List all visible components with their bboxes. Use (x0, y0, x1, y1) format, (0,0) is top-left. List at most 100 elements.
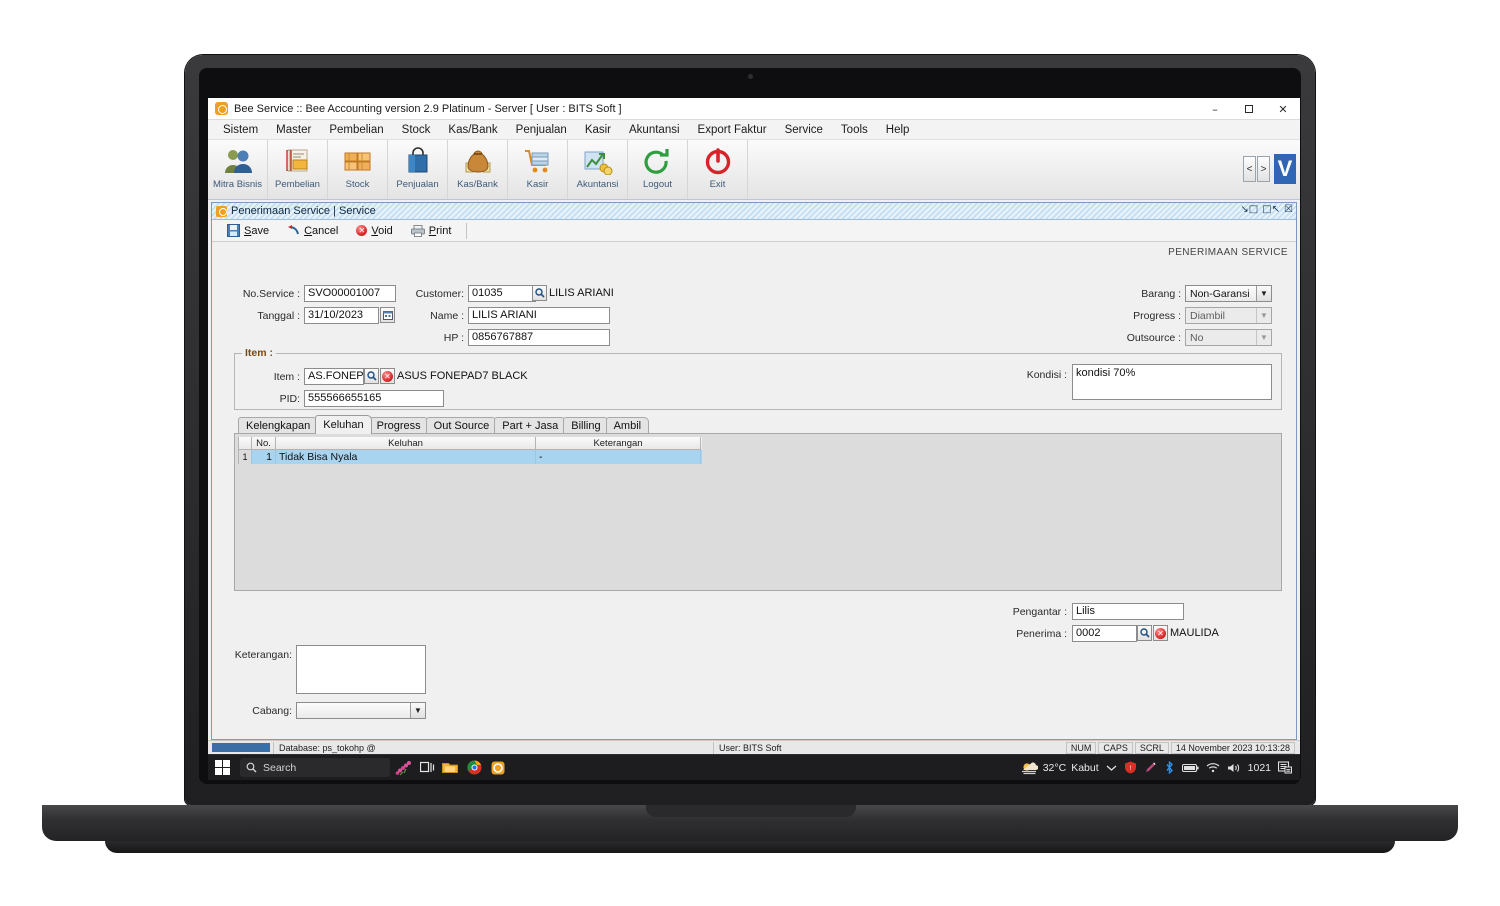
cabang-label: Cabang: (252, 705, 292, 717)
weather-temp: 32°C (1042, 761, 1067, 774)
fog-icon (1021, 762, 1038, 774)
bee-app-icon[interactable] (486, 761, 510, 775)
hp-input[interactable]: 0856767887 (468, 329, 610, 346)
maximize-button[interactable] (1232, 98, 1266, 120)
print-button[interactable]: Print (403, 221, 460, 240)
chevron-up-icon[interactable] (1106, 764, 1117, 772)
no-service-input[interactable]: SVO00001007 (304, 285, 396, 302)
grid-col-no[interactable]: No. (252, 437, 276, 450)
void-button[interactable]: ✕ Void (348, 221, 400, 240)
outsource-value: No (1190, 331, 1204, 344)
menu-item-tools[interactable]: Tools (832, 122, 877, 138)
search-input[interactable]: Search (240, 758, 390, 777)
volume-icon[interactable] (1227, 762, 1241, 774)
weather-widget[interactable]: 32°C Kabut (1021, 761, 1099, 775)
toolbar-label: Kasir (526, 179, 549, 190)
toolbar-button-kasir[interactable]: Kasir (508, 140, 568, 199)
calendar-picker-button[interactable] (380, 307, 395, 323)
menu-item-akuntansi[interactable]: Akuntansi (620, 122, 689, 138)
bluetooth-icon[interactable] (1164, 761, 1175, 774)
toolbar-button-logout[interactable]: Logout (628, 140, 688, 199)
tab-kelengkapan[interactable]: Kelengkapan (238, 417, 319, 434)
tab-out-source[interactable]: Out Source (425, 417, 498, 434)
item-input[interactable]: AS.FONEPAD (304, 368, 364, 385)
keterangan-textarea[interactable] (296, 645, 426, 694)
toolbar-button-kas-bank[interactable]: Kas/Bank (448, 140, 508, 199)
restore-down-icon[interactable]: ↘□ (1240, 204, 1258, 215)
menu-item-export-faktur[interactable]: Export Faktur (689, 122, 776, 138)
toolbar-button-exit[interactable]: Exit (688, 140, 748, 199)
menu-item-sistem[interactable]: Sistem (214, 122, 267, 138)
menu-item-stock[interactable]: Stock (393, 122, 440, 138)
kondisi-textarea[interactable]: kondisi 70% (1072, 364, 1272, 400)
chrome-icon[interactable] (462, 760, 486, 775)
tab-part-jasa[interactable]: Part + Jasa (494, 417, 567, 434)
toolbar-button-stock[interactable]: Stock (328, 140, 388, 199)
pid-input[interactable]: 555566655165 (304, 390, 444, 407)
grid-col-keluhan[interactable]: Keluhan (276, 437, 536, 450)
task-view-icon[interactable] (416, 761, 438, 774)
penerima-lookup-button[interactable] (1137, 625, 1152, 641)
tab-label: Part + Jasa (502, 420, 559, 432)
barang-select[interactable]: Non-Garansi ▼ (1185, 285, 1272, 302)
nav-prev-button[interactable]: < (1243, 156, 1256, 182)
tab-keluhan[interactable]: Keluhan (315, 415, 372, 434)
grid-corner-cell (238, 437, 252, 450)
money-bag-icon (463, 144, 493, 178)
outsource-select[interactable]: No ▼ (1185, 329, 1272, 346)
grid-col-keterangan[interactable]: Keterangan (536, 437, 701, 450)
penerima-code-input[interactable]: 0002 (1072, 625, 1137, 642)
item-label: Item : (273, 371, 300, 383)
notification-icon[interactable] (1278, 761, 1292, 774)
pen-icon[interactable] (1144, 761, 1157, 774)
menu-item-service[interactable]: Service (776, 122, 832, 138)
tanggal-input[interactable]: 31/10/2023 (304, 307, 379, 324)
name-input[interactable]: LILIS ARIANI (468, 307, 610, 324)
search-icon (534, 288, 545, 298)
menu-item-help[interactable]: Help (877, 122, 919, 138)
item-lookup-button[interactable] (364, 368, 379, 384)
close-icon[interactable]: ☒ (1284, 204, 1293, 215)
customer-lookup-button[interactable] (532, 285, 547, 301)
tab-label: Progress (376, 420, 421, 432)
windows-start-icon[interactable] (215, 760, 230, 775)
maximize-icon[interactable]: □↖ (1262, 204, 1280, 215)
logout-arrow-icon (643, 144, 673, 178)
icon-toolbar: Mitra Bisnis Pembelian Stock Penjualan K… (208, 140, 1300, 200)
toolbar-button-pembelian[interactable]: Pembelian (268, 140, 328, 199)
progress-select[interactable]: Diambil ▼ (1185, 307, 1272, 324)
menu-item-kasir[interactable]: Kasir (576, 122, 620, 138)
item-clear-button[interactable]: ✕ (380, 368, 395, 384)
cancel-button[interactable]: Cancel (279, 221, 346, 240)
toolbar-button-penjualan[interactable]: Penjualan (388, 140, 448, 199)
kondisi-label: Kondisi : (1026, 369, 1067, 381)
toolbar-button-mitra-bisnis[interactable]: Mitra Bisnis (208, 140, 268, 199)
tab-label: Keluhan (323, 419, 364, 431)
battery-icon[interactable] (1181, 763, 1199, 773)
taskbar-clock[interactable]: 1021 (1248, 762, 1271, 774)
pengantar-input[interactable]: Lilis (1072, 603, 1184, 620)
nav-next-button[interactable]: > (1257, 156, 1270, 182)
save-button[interactable]: Save (219, 221, 277, 240)
penerima-clear-button[interactable]: ✕ (1153, 625, 1168, 641)
cell-keluhan: Tidak Bisa Nyala (276, 450, 536, 464)
menu-item-kas-bank[interactable]: Kas/Bank (439, 122, 506, 138)
menu-item-master[interactable]: Master (267, 122, 320, 138)
menu-item-pembelian[interactable]: Pembelian (320, 122, 392, 138)
tab-progress[interactable]: Progress (368, 417, 429, 434)
menu-item-penjualan[interactable]: Penjualan (507, 122, 576, 138)
wifi-icon[interactable] (1206, 762, 1220, 773)
close-button[interactable]: ✕ (1266, 98, 1300, 120)
file-explorer-icon[interactable] (438, 761, 462, 774)
toolbar-button-akuntansi[interactable]: Akuntansi (568, 140, 628, 199)
tab-billing[interactable]: Billing (563, 417, 609, 434)
flower-widget-icon[interactable] (390, 760, 416, 776)
security-icon[interactable]: ! (1124, 761, 1137, 774)
taskbar-tray: 32°C Kabut ! 1021 (1021, 761, 1300, 775)
customer-code-input[interactable]: 01035 (468, 285, 536, 302)
cabang-select[interactable]: ▼ (296, 702, 426, 719)
table-row[interactable]: 1 1 Tidak Bisa Nyala - (238, 450, 702, 464)
tab-ambil[interactable]: Ambil (605, 417, 650, 434)
pid-label: PID: (279, 393, 300, 405)
minimize-button[interactable]: – (1198, 98, 1232, 120)
